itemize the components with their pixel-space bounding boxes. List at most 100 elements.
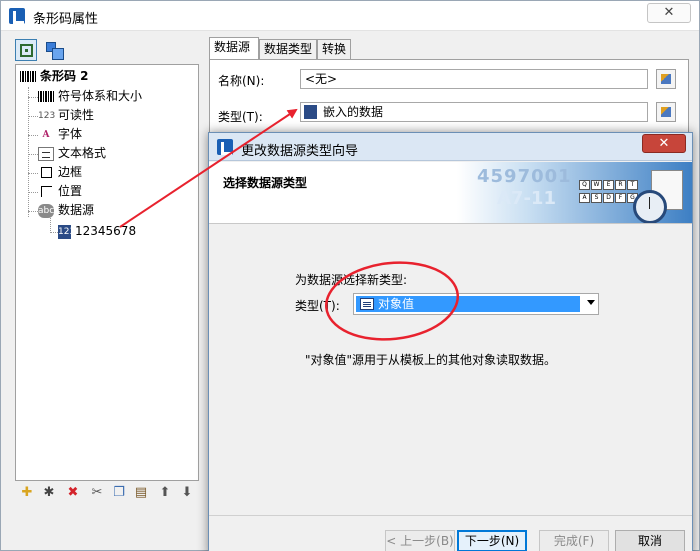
tree-item-text-format[interactable]: 文本格式 [38,144,106,162]
tree-item-label: 文本格式 [58,146,107,160]
tree-item-label: 符号体系和大小 [58,89,143,103]
tree-item-label: 位置 [58,184,83,198]
keyboard-key: A [579,193,590,203]
wizard-step-title: 选择数据源类型 [223,176,308,190]
barcode-icon [38,91,54,102]
keyboard-key: F [615,193,626,203]
tree-connector-line [28,154,38,155]
tree-root-label: 条形码 2 [40,69,89,83]
type-field[interactable]: 嵌入的数据 [300,102,648,122]
border-icon [40,166,52,178]
selected-type-text: 对象值 [378,297,415,311]
datasource-tab-panel: 名称(N): <无> 类型(T): 嵌入的数据 [209,59,689,139]
tab-datasource[interactable]: 数据源 [209,37,259,59]
type-change-button[interactable] [656,102,676,122]
tree-item-label: 可读性 [58,108,95,122]
tree-item-symbology[interactable]: 符号体系和大小 [38,87,142,105]
border-icon-wrap [38,166,54,180]
main-close-button[interactable]: ✕ [647,3,691,23]
wizard-close-button[interactable]: ✕ [642,134,686,153]
finish-button[interactable]: 完成(F) [539,530,609,551]
tree-item-font[interactable]: A 字体 [38,125,83,143]
copy-icon[interactable]: ❐ [111,485,127,501]
embedded-data-icon: 123 [58,224,76,239]
keyboard-row: QWERT [579,180,645,191]
keyboard-key: R [615,180,626,190]
name-browse-button[interactable] [656,69,676,89]
wizard-header: 选择数据源类型 4597001 A7-11 QWERT ASDFG [209,162,692,224]
name-field[interactable]: <无> [300,69,648,89]
tab-convert[interactable]: 转换 [317,39,351,59]
tree-item-position[interactable]: 位置 [38,182,82,200]
change-datasource-type-wizard: 更改数据源类型向导 ✕ 选择数据源类型 4597001 A7-11 QWERT … [208,132,693,551]
property-tree: 条形码 2 符号体系和大小 123 可读性 A 字体 文本格式 边框 位置 abc 数… [15,64,199,481]
position-icon-wrap [38,185,54,199]
wizard-title-bar: 更改数据源类型向导 ✕ [209,133,692,161]
tree-connector-line [28,97,38,98]
font-icon: A [42,129,50,140]
wizard-footer: < 上一步(B) 下一步(N) > 完成(F) 取消 [209,515,692,551]
tree-connector-line [28,192,38,193]
tree-item-label: 数据源 [58,203,95,217]
main-title-bar: 条形码属性 ✕ [1,1,699,31]
tree-view-button[interactable] [15,39,37,61]
tree-view-toolbar [15,39,67,63]
tree-item-label: 字体 [58,127,83,141]
cancel-button[interactable]: 取消 [615,530,685,551]
type-field-value: 嵌入的数据 [323,105,384,119]
text-format-icon [38,146,54,161]
tree-item-border[interactable]: 边框 [38,163,82,181]
tree-connector-line [28,116,38,117]
wizard-icon[interactable]: ✱ [41,485,57,501]
tree-connector-line [28,87,29,217]
tree-child-label: 12345678 [75,224,137,238]
tab-data-type[interactable]: 数据类型 [259,39,317,59]
tree-item-datasource-12345678[interactable]: 12312345678 [58,222,136,240]
barcode-icon [20,71,36,82]
layers-view-button[interactable] [43,39,65,61]
move-up-icon[interactable]: ⬆ [157,485,173,501]
tree-root-barcode[interactable]: 条形码 2 [20,67,89,85]
cut-icon[interactable]: ✂ [89,485,105,501]
tree-view-icon [20,44,33,57]
readability-icon: 123 [38,110,56,121]
datasource-type-dropdown[interactable]: 对象值 [353,293,599,315]
chevron-down-icon[interactable] [587,300,595,305]
tree-bottom-toolbar: ✚ ✱ ✖ ✂ ❐ ▤ ⬆ ⬇ [15,485,199,505]
datasource-icon: abc [38,203,55,218]
tree-connector-line [28,173,38,174]
back-button[interactable]: < 上一步(B) [385,530,455,551]
clock-icon [633,190,667,223]
keyboard-key: T [627,180,638,190]
next-button[interactable]: 下一步(N) > [457,530,527,551]
type-description: "对象值"源用于从模板上的其他对象读取数据。 [305,353,557,367]
app-logo-icon [9,8,25,24]
select-type-prompt: 为数据源选择新类型: [295,273,408,287]
object-value-icon [360,298,374,310]
tree-item-datasource[interactable]: abc 数据源 [38,201,94,219]
wizard-banner-image: 4597001 A7-11 QWERT ASDFG [457,162,692,223]
paste-icon[interactable]: ▤ [133,485,149,501]
tree-connector-line [28,211,38,212]
tree-connector-line [28,135,38,136]
banner-number-1: 4597001 [477,166,572,187]
position-icon [40,185,52,197]
keyboard-key: D [603,193,614,203]
keyboard-key: E [603,180,614,190]
wizard-title: 更改数据源类型向导 [241,144,359,159]
keyboard-key: S [591,193,602,203]
type-combo-label: 类型(T): [295,299,340,313]
name-field-label: 名称(N): [218,74,265,88]
wizard-body: 为数据源选择新类型: 类型(T): 对象值 "对象值"源用于从模板上的其他对象读… [209,225,692,515]
new-icon[interactable]: ✚ [19,485,35,501]
app-logo-icon [217,139,233,155]
banner-number-2: A7-11 [497,188,556,209]
tree-item-label: 边框 [58,165,83,179]
tree-item-readability[interactable]: 123 可读性 [38,106,94,124]
keyboard-key: W [591,180,602,190]
dropdown-selected-value: 对象值 [356,296,580,312]
delete-icon[interactable]: ✖ [65,485,81,501]
move-down-icon[interactable]: ⬇ [179,485,195,501]
embedded-data-icon [304,105,317,119]
layers-icon [45,42,64,60]
